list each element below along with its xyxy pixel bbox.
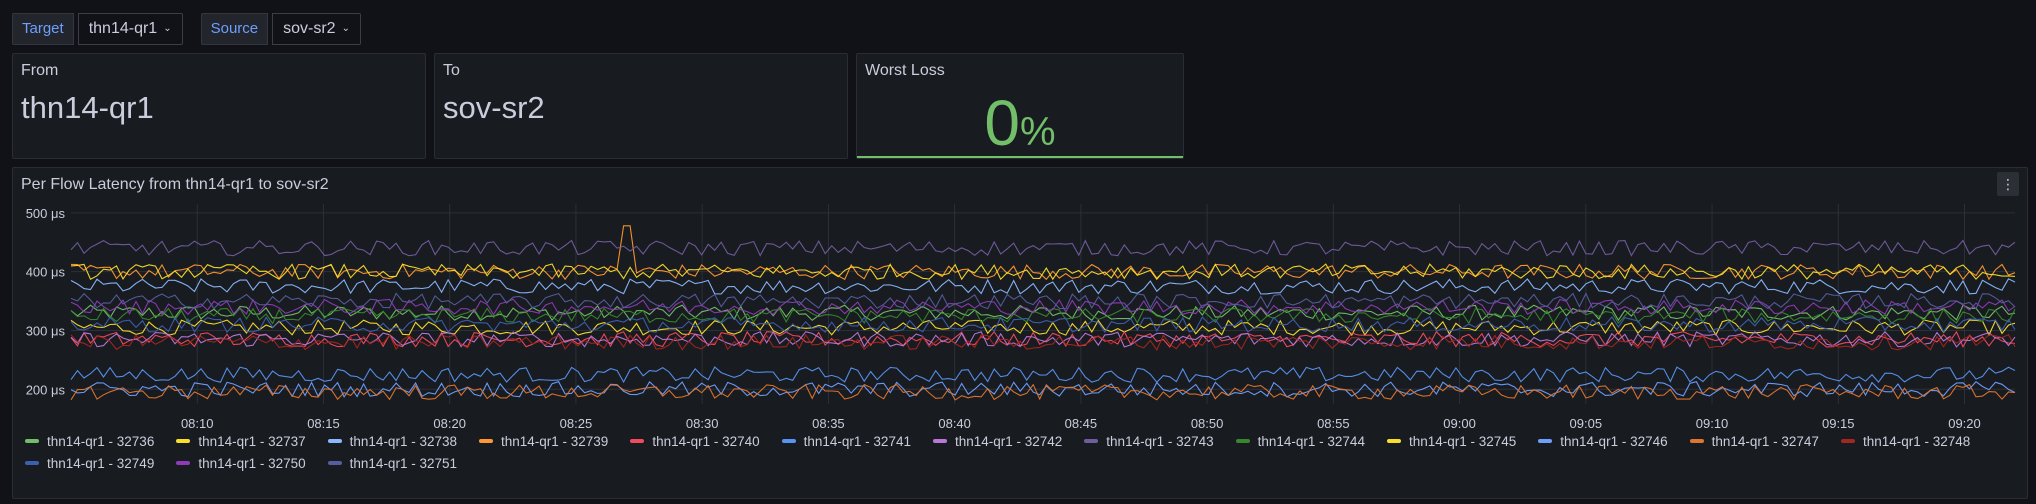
legend-swatch [1386, 439, 1401, 443]
legend-item[interactable]: thn14-qr1 - 32743 [1084, 433, 1214, 449]
legend-swatch [630, 439, 645, 443]
gauge-unit: % [1020, 110, 1056, 154]
y-tick-label: 400 μs [26, 265, 66, 280]
legend-item[interactable]: thn14-qr1 - 32746 [1538, 433, 1668, 449]
legend-item[interactable]: thn14-qr1 - 32751 [327, 455, 457, 471]
legend-label: thn14-qr1 - 32746 [1560, 433, 1668, 449]
x-tick-label: 08:50 [1191, 416, 1224, 431]
legend-item[interactable]: thn14-qr1 - 32742 [932, 433, 1063, 449]
legend-swatch [176, 439, 191, 443]
kebab-menu-icon[interactable]: ⋮ [1997, 172, 2019, 196]
legend-item[interactable]: thn14-qr1 - 32739 [478, 433, 609, 449]
series-line[interactable] [70, 366, 2016, 384]
legend-swatch [1538, 439, 1553, 443]
legend-swatch [25, 461, 39, 465]
panel-title: Per Flow Latency from thn14-qr1 to sov-s… [21, 176, 329, 193]
legend-item[interactable]: thn14-qr1 - 32748 [1840, 433, 1971, 449]
x-tick-label: 08:15 [307, 416, 340, 431]
legend-swatch [176, 461, 191, 465]
legend-item[interactable]: thn14-qr1 - 32747 [1689, 433, 1819, 449]
target-select[interactable]: thn14-qr1 ⌄ [77, 13, 183, 45]
legend-item[interactable]: thn14-qr1 - 32737 [176, 433, 306, 449]
latency-chart[interactable]: 200 μs 300 μs 400 μs 500 μs 08:10 08:15 08:20 0… [13, 204, 2027, 464]
chevron-down-icon: ⌄ [163, 23, 172, 34]
stat-value: sov-sr2 [443, 90, 545, 125]
series-line[interactable] [70, 278, 2016, 295]
x-tick-label: 09:05 [1570, 416, 1603, 431]
x-tick-label: 08:30 [686, 416, 719, 431]
legend-swatch [781, 439, 796, 443]
x-tick-label: 08:25 [560, 416, 593, 431]
x-tick-label: 08:45 [1065, 416, 1098, 431]
y-tick-label: 300 μs [26, 323, 66, 338]
chart-legend: thn14-qr1 - 32736 thn14-qr1 - 32737 thn14-… [25, 433, 2015, 471]
legend-label: thn14-qr1 - 32738 [349, 433, 457, 449]
x-tick-label: 08:20 [433, 416, 466, 431]
legend-swatch [1235, 439, 1250, 443]
legend-label: thn14-qr1 - 32737 [198, 433, 306, 449]
legend-item[interactable]: thn14-qr1 - 32744 [1235, 433, 1365, 449]
legend-label: thn14-qr1 - 32745 [1408, 433, 1517, 449]
source-select[interactable]: sov-sr2 ⌄ [272, 13, 361, 45]
latency-chart-panel[interactable]: Per Flow Latency from thn14-qr1 to sov-s… [12, 167, 2028, 499]
y-tick-label: 200 μs [26, 382, 66, 397]
legend-swatch [932, 439, 947, 443]
legend-label: thn14-qr1 - 32739 [500, 433, 609, 449]
select-value: sov-sr2 [283, 20, 336, 37]
legend-swatch [327, 439, 342, 443]
x-tick-label: 08:55 [1317, 416, 1350, 431]
legend-item[interactable]: thn14-qr1 - 32738 [327, 433, 457, 449]
legend-swatch [1689, 439, 1704, 443]
variable-bar: Target thn14-qr1 ⌄ Source sov-sr2 ⌄ [12, 13, 379, 45]
x-tick-label: 08:35 [812, 416, 845, 431]
x-tick-label: 08:10 [181, 416, 214, 431]
panel-title: To [443, 62, 460, 79]
legend-label: thn14-qr1 - 32749 [47, 455, 155, 471]
legend-label: thn14-qr1 - 32751 [349, 455, 457, 471]
gauge-number: 0 [984, 87, 1020, 159]
x-tick-label: 09:10 [1696, 416, 1729, 431]
panel-title: Worst Loss [865, 62, 945, 79]
variable-label: Target [12, 13, 74, 45]
legend-label: thn14-qr1 - 32747 [1711, 433, 1819, 449]
legend-swatch [1084, 439, 1099, 443]
gauge-value: 0% [857, 86, 1183, 160]
legend-label: thn14-qr1 - 32743 [1106, 433, 1214, 449]
stat-value: thn14-qr1 [21, 90, 154, 125]
legend-item[interactable]: thn14-qr1 - 32749 [25, 455, 155, 471]
legend-item[interactable]: thn14-qr1 - 32741 [781, 433, 911, 449]
legend-label: thn14-qr1 - 32744 [1257, 433, 1365, 449]
legend-item[interactable]: thn14-qr1 - 32750 [176, 455, 306, 471]
y-tick-label: 500 μs [26, 206, 66, 221]
x-tick-label: 09:00 [1443, 416, 1476, 431]
series-line[interactable] [70, 316, 2016, 334]
legend-swatch [1840, 439, 1855, 443]
select-value: thn14-qr1 [88, 20, 158, 37]
legend-swatch [478, 439, 493, 443]
legend-label: thn14-qr1 - 32741 [803, 433, 911, 449]
legend-label: thn14-qr1 - 32742 [954, 433, 1063, 449]
legend-label: thn14-qr1 - 32740 [652, 433, 760, 449]
from-panel[interactable]: From thn14-qr1 [12, 53, 426, 159]
chevron-down-icon: ⌄ [341, 23, 350, 34]
legend-item[interactable]: thn14-qr1 - 32740 [630, 433, 760, 449]
worst-loss-panel[interactable]: Worst Loss 0% [856, 53, 1184, 159]
panel-title: From [21, 62, 59, 79]
variable-target: Target thn14-qr1 ⌄ [12, 13, 183, 45]
gauge-bar [857, 156, 1183, 158]
variable-label: Source [200, 13, 269, 45]
x-tick-label: 09:20 [1948, 416, 1981, 431]
legend-swatch [327, 461, 342, 465]
variable-source: Source sov-sr2 ⌄ [200, 13, 361, 45]
series-line[interactable] [70, 239, 2016, 257]
legend-item[interactable]: thn14-qr1 - 32736 [25, 433, 155, 449]
to-panel[interactable]: To sov-sr2 [434, 53, 848, 159]
legend-label: thn14-qr1 - 32736 [47, 433, 155, 449]
legend-swatch [25, 439, 39, 443]
legend-item[interactable]: thn14-qr1 - 32745 [1386, 433, 1517, 449]
x-tick-label: 09:15 [1822, 416, 1855, 431]
legend-label: thn14-qr1 - 32750 [198, 455, 306, 471]
legend-label: thn14-qr1 - 32748 [1862, 433, 1971, 449]
x-tick-label: 08:40 [938, 416, 971, 431]
